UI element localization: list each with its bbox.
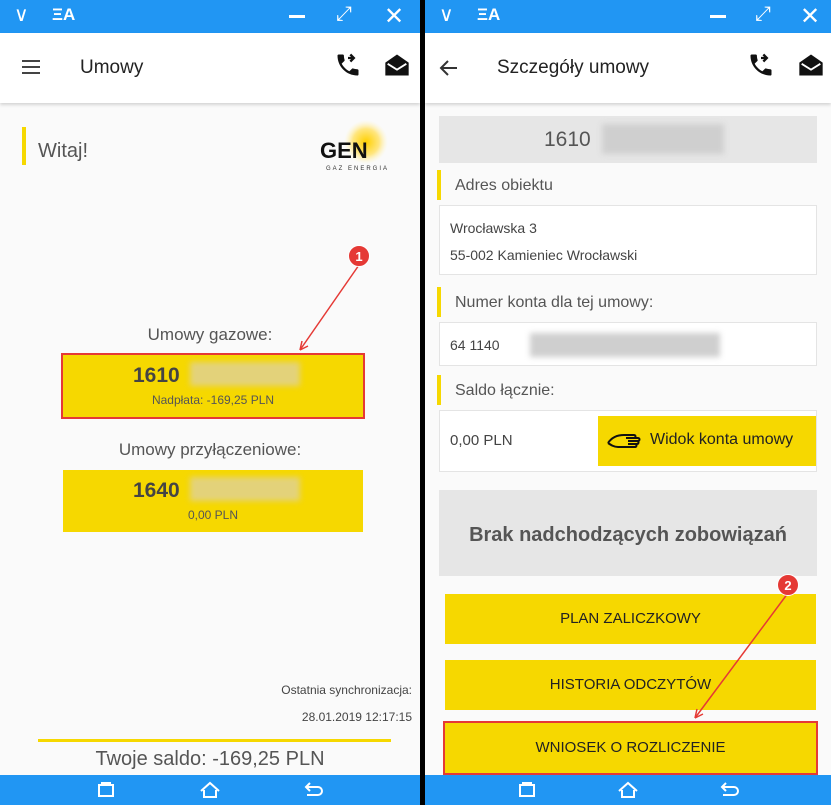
hand-pointer-icon xyxy=(607,434,641,448)
no-due-text: Brak nadchodzących zobowiązań xyxy=(469,524,787,546)
address-line-2: 55-002 Kamieniec Wrocławski xyxy=(450,247,638,263)
address-label: Adres obiektu xyxy=(455,177,553,194)
connection-contracts-label: Umowy przyłączeniowe: xyxy=(118,440,302,459)
mail-open-icon[interactable] xyxy=(383,51,411,79)
balance-value: 0,00 PLN xyxy=(450,432,513,449)
status-bar: ∨ ΞA ⤢ ✕ xyxy=(0,0,420,33)
greeting-text: Witaj! xyxy=(38,140,88,162)
no-upcoming-obligations: Brak nadchodzących zobowiązań xyxy=(439,490,817,576)
annotation-badge-1: 1 xyxy=(348,245,370,267)
back-arrow-icon[interactable] xyxy=(439,58,459,78)
gas-contract-card[interactable]: 1610 Nadpłata: -169,25 PLN xyxy=(61,353,365,419)
address-line-1: Wrocławska 3 xyxy=(450,220,537,236)
balance-accent-bar xyxy=(437,375,441,405)
contract-balance: Nadpłata: -169,25 PLN xyxy=(151,393,275,407)
balance-divider xyxy=(38,739,391,742)
account-view-label: Widok konta umowy xyxy=(650,431,794,448)
close-icon[interactable]: ✕ xyxy=(384,2,404,31)
logo-text: GEN xyxy=(320,138,368,163)
greeting-accent-bar xyxy=(22,127,26,165)
contract-number: 1610 xyxy=(544,128,591,151)
contract-balance: 0,00 PLN xyxy=(187,508,239,522)
recent-apps-icon[interactable] xyxy=(517,780,537,800)
minimize-icon[interactable] xyxy=(710,15,726,18)
account-number: 64 1140 xyxy=(450,337,500,353)
app-bar: Umowy xyxy=(0,33,420,103)
phone-screen-contract-details: ∨ ΞA ⤢ ✕ Szczegóły umowy 1610 Adres obie… xyxy=(425,0,831,805)
phone-screen-contracts: ∨ ΞA ⤢ ✕ Umowy Witaj! GEN GAZ ENERGIA Um… xyxy=(0,0,420,805)
expand-icon[interactable]: ⤢ xyxy=(755,3,771,26)
contract-number: 1640 xyxy=(133,479,180,502)
account-number-label: Numer konta dla tej umowy: xyxy=(455,294,654,311)
mail-open-icon[interactable] xyxy=(797,51,825,79)
logo-subtext: GAZ ENERGIA xyxy=(326,166,389,172)
hamburger-menu-icon[interactable] xyxy=(22,60,40,74)
sync-timestamp: 28.01.2019 12:17:15 xyxy=(301,710,412,724)
balance-label: Saldo łącznie: xyxy=(455,382,555,399)
redacted-number xyxy=(190,362,300,386)
home-icon[interactable] xyxy=(199,780,221,800)
chevron-down-icon[interactable]: ∨ xyxy=(14,4,29,26)
app-bar: Szczegóły umowy xyxy=(425,33,831,103)
page-title: Umowy xyxy=(80,57,144,78)
phone-call-icon[interactable] xyxy=(747,51,775,79)
redacted-number xyxy=(602,124,724,154)
nav-bar xyxy=(425,775,831,805)
redacted-number xyxy=(190,477,300,501)
account-accent-bar xyxy=(437,287,441,317)
address-accent-bar xyxy=(437,170,441,200)
total-balance: Twoje saldo: -169,25 PLN xyxy=(95,748,325,770)
redacted-account xyxy=(530,333,720,357)
chevron-down-icon[interactable]: ∨ xyxy=(439,4,454,26)
account-number-field: 64 1140 xyxy=(439,322,817,366)
settlement-request-button[interactable]: WNIOSEK O ROZLICZENIE xyxy=(443,721,818,775)
nav-bar xyxy=(0,775,420,805)
minimize-icon[interactable] xyxy=(289,15,305,18)
phone-call-icon[interactable] xyxy=(334,51,362,79)
status-bar: ∨ ΞA ⤢ ✕ xyxy=(425,0,831,33)
contract-number-header: 1610 xyxy=(439,116,817,163)
address-field: Wrocławska 3 55-002 Kamieniec Wrocławski xyxy=(439,205,817,275)
expand-icon[interactable]: ⤢ xyxy=(336,3,352,26)
sync-label: Ostatnia synchronizacja: xyxy=(281,683,412,697)
gen-logo: GEN GAZ ENERGIA xyxy=(320,120,389,172)
close-icon[interactable]: ✕ xyxy=(800,2,820,31)
account-view-button[interactable]: Widok konta umowy xyxy=(598,416,816,466)
page-title: Szczegóły umowy xyxy=(497,57,650,78)
home-icon[interactable] xyxy=(617,780,639,800)
history-button[interactable]: HISTORIA ODCZYTÓW xyxy=(445,660,816,710)
back-icon[interactable] xyxy=(718,780,740,800)
plan-button[interactable]: PLAN ZALICZKOWY xyxy=(445,594,816,644)
back-icon[interactable] xyxy=(302,780,324,800)
app-brand-label: ΞA xyxy=(52,5,76,24)
app-brand-label: ΞA xyxy=(477,5,501,24)
connection-contract-card[interactable]: 1640 0,00 PLN xyxy=(63,470,363,532)
gas-contracts-label: Umowy gazowe: xyxy=(147,325,273,344)
contract-number: 1610 xyxy=(133,364,180,387)
recent-apps-icon[interactable] xyxy=(96,780,116,800)
annotation-badge-2: 2 xyxy=(777,574,799,596)
